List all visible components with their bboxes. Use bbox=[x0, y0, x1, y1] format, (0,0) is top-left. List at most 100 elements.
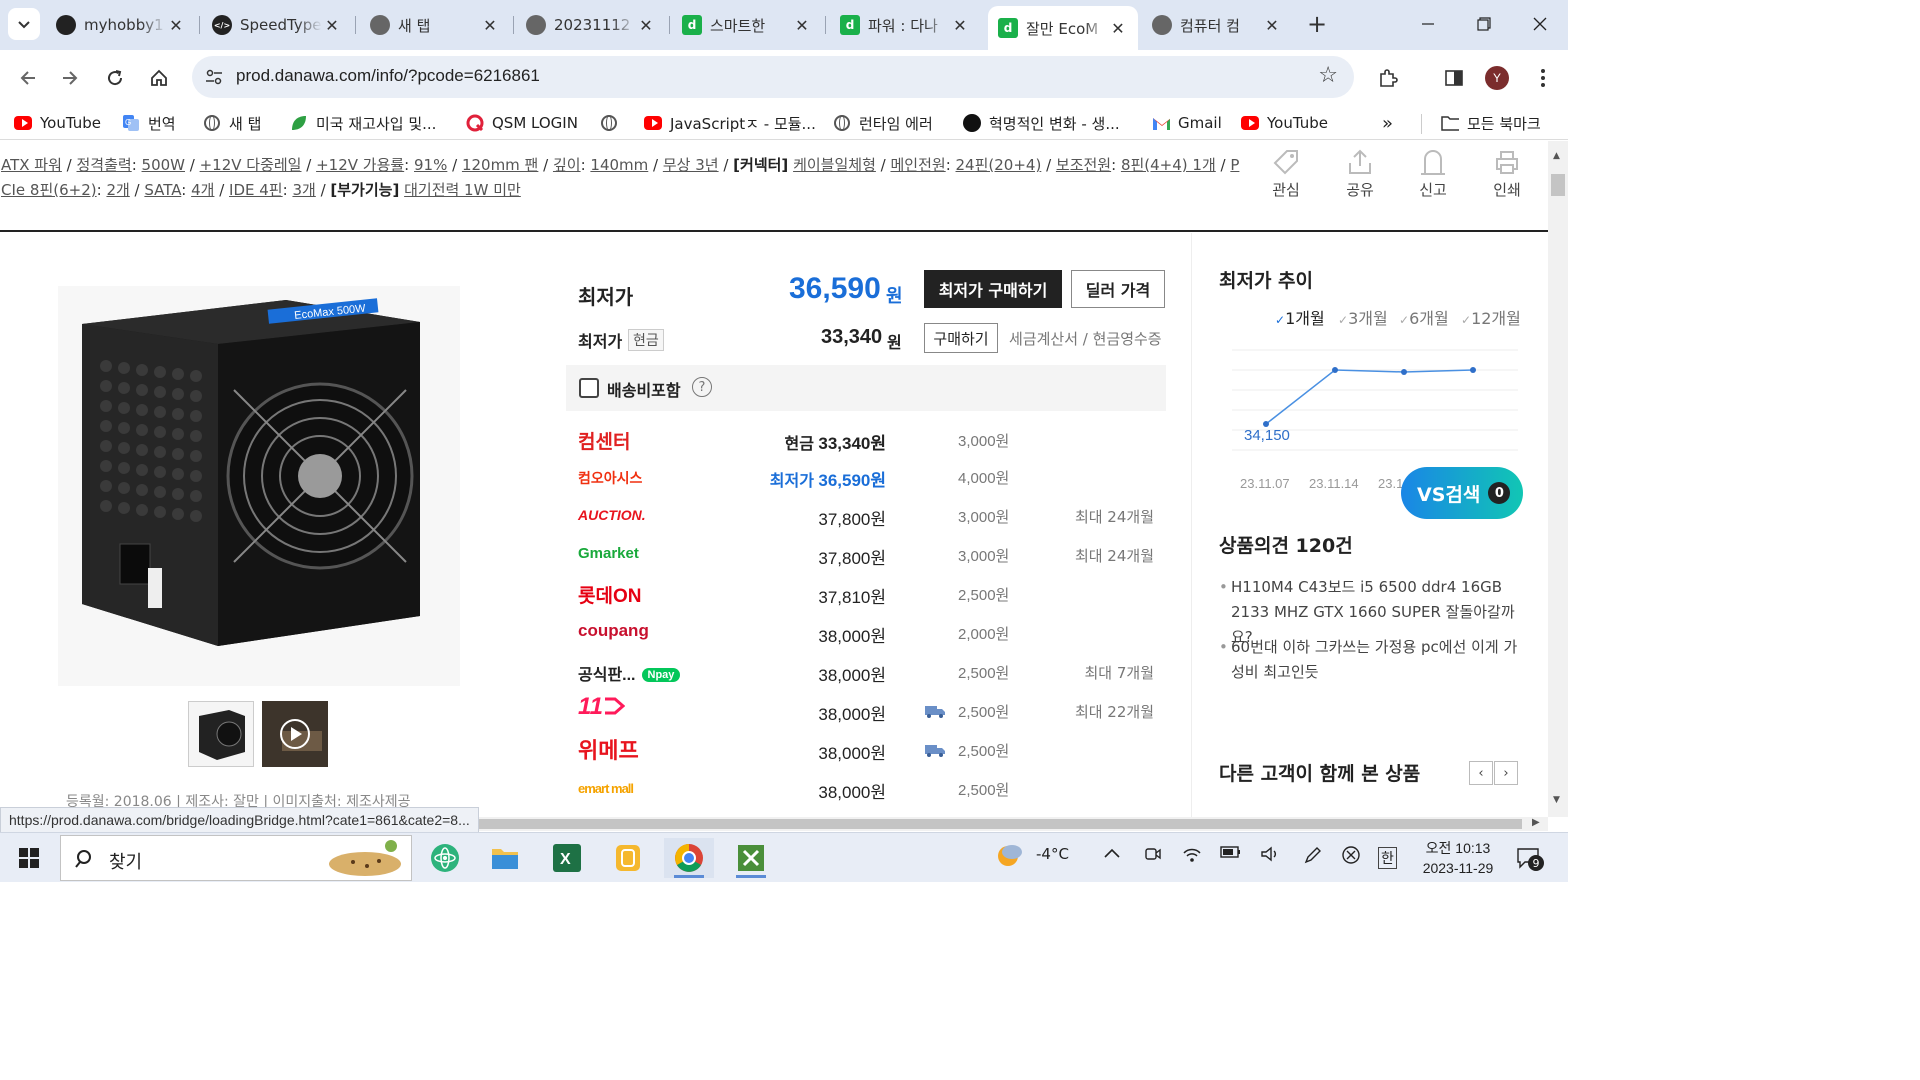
new-tab-button[interactable]: + bbox=[1302, 9, 1332, 39]
tab-close-icon[interactable]: ✕ bbox=[166, 16, 186, 35]
address-bar[interactable]: prod.danawa.com/info/?pcode=6216861 ☆ bbox=[192, 56, 1354, 98]
trend-period-option[interactable]: ✓3개월 bbox=[1338, 305, 1388, 329]
menu-button[interactable] bbox=[1527, 62, 1559, 94]
scroll-up-icon[interactable]: ▲ bbox=[1553, 151, 1560, 161]
all-bookmarks-folder[interactable]: 모든 북마크 bbox=[1441, 111, 1541, 135]
video-thumbnail[interactable] bbox=[262, 701, 328, 767]
browser-tab[interactable]: d 잘만 EcoM ✕ bbox=[988, 6, 1138, 50]
chart-point[interactable] bbox=[1401, 369, 1407, 375]
spec-link[interactable]: ATX 파워 bbox=[1, 156, 62, 174]
tray-overflow-icon[interactable] bbox=[1103, 845, 1121, 863]
spec-link[interactable]: 91% bbox=[414, 156, 447, 174]
shop-price[interactable]: 38,000원 bbox=[818, 622, 886, 647]
spec-link[interactable]: 3개 bbox=[292, 181, 315, 199]
shop-price[interactable]: 현금 33,340원 bbox=[784, 429, 886, 454]
extensions-button[interactable] bbox=[1372, 62, 1404, 94]
tab-close-icon[interactable]: ✕ bbox=[1108, 19, 1128, 38]
minimize-button[interactable] bbox=[1400, 0, 1456, 48]
shop-logo[interactable]: emart mall bbox=[578, 781, 634, 796]
taskbar-app-atom[interactable] bbox=[420, 838, 470, 878]
bookmark-item[interactable] bbox=[600, 111, 626, 135]
side-panel-button[interactable] bbox=[1438, 62, 1470, 94]
shop-row[interactable]: 위메프 38,000원 2,500원 bbox=[566, 731, 1166, 769]
lowest-price-buy-button[interactable]: 최저가 구매하기 bbox=[924, 270, 1062, 308]
bookmark-item[interactable]: 새 탭 bbox=[203, 111, 261, 135]
action-share-button[interactable]: 공유 bbox=[1330, 141, 1390, 200]
shop-logo[interactable]: 컴오아시스 bbox=[578, 468, 642, 488]
browser-tab[interactable]: 20231112 ✕ bbox=[516, 6, 666, 44]
shipping-include-checkbox[interactable] bbox=[579, 378, 599, 398]
shop-row[interactable]: 11 38,000원 2,500원 최대 22개월 bbox=[566, 692, 1166, 730]
shop-row[interactable]: AUCTION. 37,800원 3,000원 최대 24개월 bbox=[566, 497, 1166, 535]
trend-period-option[interactable]: ✓1개월 bbox=[1275, 305, 1325, 329]
shop-row[interactable]: emart mall 38,000원 2,500원 bbox=[566, 770, 1166, 808]
tab-close-icon[interactable]: ✕ bbox=[1262, 16, 1282, 35]
bookmark-item[interactable]: JavaScriptㅈ - 모듈... bbox=[644, 111, 816, 135]
action-tag-button[interactable]: 관심 bbox=[1256, 141, 1316, 200]
chart-point[interactable] bbox=[1332, 367, 1338, 373]
spec-link[interactable]: 정격출력 bbox=[77, 156, 132, 174]
spec-link[interactable]: 케이블일체형 bbox=[793, 156, 876, 174]
browser-tab[interactable]: d 스마트한 ✕ bbox=[672, 6, 822, 44]
bookmark-item[interactable]: Gmail bbox=[1152, 111, 1222, 135]
more-bookmarks-button[interactable]: » bbox=[1382, 111, 1393, 135]
tab-close-icon[interactable]: ✕ bbox=[636, 16, 656, 35]
shop-logo[interactable]: coupang bbox=[578, 621, 649, 641]
spec-link[interactable]: +12V 다중레일 bbox=[200, 156, 302, 174]
vs-search-button[interactable]: VS검색 0 bbox=[1401, 467, 1523, 519]
shop-price[interactable]: 38,000원 bbox=[818, 739, 886, 764]
spec-link[interactable]: 24핀(20+4) bbox=[956, 156, 1042, 174]
action-report-button[interactable]: 신고 bbox=[1403, 141, 1463, 200]
chart-point[interactable] bbox=[1470, 367, 1476, 373]
shop-price[interactable]: 38,000원 bbox=[818, 700, 886, 725]
bookmark-item[interactable]: YouTube bbox=[14, 111, 101, 135]
restore-button[interactable] bbox=[1456, 0, 1512, 48]
shop-logo[interactable]: 공식판... Npay bbox=[578, 661, 681, 685]
bookmark-item[interactable]: 미국 재고사입 및... bbox=[290, 111, 436, 135]
product-thumbnail[interactable] bbox=[188, 701, 254, 767]
taskbar-file-explorer[interactable] bbox=[480, 838, 530, 878]
spec-link[interactable]: SATA bbox=[144, 181, 181, 199]
spec-link[interactable]: 120mm 팬 bbox=[462, 156, 538, 174]
spec-link[interactable]: 8핀(4+4) 1개 bbox=[1121, 156, 1216, 174]
shop-logo[interactable]: AUCTION. bbox=[578, 507, 646, 523]
scroll-down-icon[interactable]: ▼ bbox=[1553, 795, 1560, 805]
tab-close-icon[interactable]: ✕ bbox=[792, 16, 812, 35]
spec-link[interactable]: P bbox=[1230, 156, 1239, 174]
volume-icon[interactable] bbox=[1260, 845, 1280, 867]
shop-price[interactable]: 최저가 36,590원 bbox=[770, 466, 886, 491]
weather-icon[interactable] bbox=[996, 842, 1024, 872]
reload-button[interactable] bbox=[99, 62, 131, 94]
meet-now-icon[interactable] bbox=[1144, 845, 1162, 867]
action-print-button[interactable]: 인쇄 bbox=[1477, 141, 1537, 200]
shop-price[interactable]: 38,000원 bbox=[818, 778, 886, 803]
url-text[interactable]: prod.danawa.com/info/?pcode=6216861 bbox=[236, 66, 540, 86]
tab-close-icon[interactable]: ✕ bbox=[950, 16, 970, 35]
bookmark-item[interactable]: QSM LOGIN bbox=[466, 111, 578, 135]
spec-link[interactable]: 500W bbox=[142, 156, 185, 174]
start-button[interactable] bbox=[4, 838, 54, 878]
close-window-button[interactable] bbox=[1512, 0, 1568, 48]
tab-close-icon[interactable]: ✕ bbox=[480, 16, 500, 35]
browser-tab[interactable]: d 파워 : 다나 ✕ bbox=[830, 6, 980, 44]
site-info-icon[interactable] bbox=[202, 65, 226, 89]
shop-row[interactable]: 컴오아시스 최저가 36,590원 4,000원 bbox=[566, 458, 1166, 496]
spec-link[interactable]: CIe 8핀(6+2) bbox=[1, 181, 97, 199]
dealer-price-button[interactable]: 딜러 가격 bbox=[1071, 270, 1165, 308]
shop-logo[interactable]: 롯데ON bbox=[578, 581, 641, 608]
bookmark-item[interactable]: 런타임 에러 bbox=[833, 111, 933, 135]
shop-logo[interactable]: 위메프 bbox=[578, 733, 639, 765]
notification-button[interactable]: 9 bbox=[1516, 847, 1544, 873]
shop-logo[interactable]: 컴센터 bbox=[578, 427, 630, 454]
taskbar-excel[interactable]: X bbox=[542, 838, 592, 878]
shop-logo[interactable]: 11 bbox=[578, 693, 626, 721]
forward-button[interactable] bbox=[54, 62, 86, 94]
shop-price[interactable]: 37,810원 bbox=[818, 583, 886, 608]
bookmark-item[interactable]: 혁명적인 변화 - 생... bbox=[963, 111, 1120, 135]
prev-button[interactable]: ‹ bbox=[1469, 761, 1493, 785]
vertical-scrollbar[interactable]: ▲ ▼ bbox=[1548, 141, 1568, 817]
spec-link[interactable]: 2개 bbox=[106, 181, 129, 199]
opinion-item[interactable]: 60번대 이하 그카쓰는 가정용 pc에선 이게 가성비 최고인듯 bbox=[1219, 635, 1519, 685]
home-button[interactable] bbox=[143, 62, 175, 94]
battery-icon[interactable] bbox=[1220, 845, 1242, 863]
